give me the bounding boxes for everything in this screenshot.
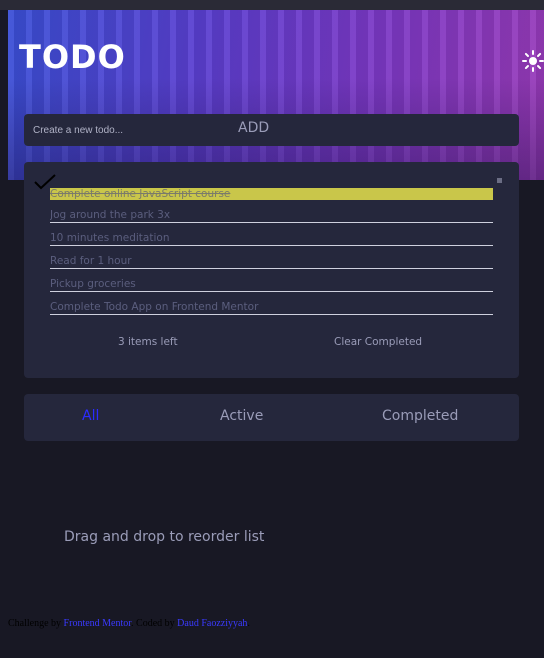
add-button[interactable]: ADD xyxy=(238,120,269,136)
filter-completed[interactable]: Completed xyxy=(382,408,458,424)
hero-banner xyxy=(8,10,544,180)
clear-completed-button[interactable]: Clear Completed xyxy=(334,336,422,348)
todo-list-panel: Complete online JavaScript course Jog ar… xyxy=(24,162,519,378)
attribution: Challenge by Frontend Mentor. Coded by D… xyxy=(8,618,250,629)
hero-shade xyxy=(8,10,544,180)
items-left-count: 3 items left xyxy=(118,336,178,348)
drag-hint: Drag and drop to reorder list xyxy=(64,529,265,545)
new-todo-bar: ADD xyxy=(24,114,519,146)
todo-item[interactable]: Pickup groceries xyxy=(50,278,493,292)
attribution-suffix: . xyxy=(247,618,250,629)
app-title: TODO xyxy=(19,38,126,76)
todo-item[interactable]: Complete Todo App on Frontend Mentor xyxy=(50,301,493,315)
sun-icon xyxy=(522,50,544,72)
todo-item[interactable]: Read for 1 hour xyxy=(50,255,493,269)
new-todo-input[interactable] xyxy=(33,114,203,146)
filter-bar: All Active Completed xyxy=(24,394,519,441)
attribution-middle: . Coded by xyxy=(131,618,175,629)
todo-item[interactable]: Jog around the park 3x xyxy=(50,209,493,223)
filter-active[interactable]: Active xyxy=(220,408,263,424)
theme-toggle-button[interactable] xyxy=(522,50,544,72)
top-strip xyxy=(0,0,544,10)
close-icon[interactable] xyxy=(497,178,502,183)
todo-item[interactable]: Complete online JavaScript course xyxy=(50,188,493,200)
filter-all[interactable]: All xyxy=(82,408,99,424)
author-link[interactable]: Daud Faozziyyah xyxy=(177,618,247,629)
todo-item[interactable]: 10 minutes meditation xyxy=(50,232,493,246)
frontend-mentor-link[interactable]: Frontend Mentor xyxy=(64,618,132,629)
attribution-prefix: Challenge by xyxy=(8,618,62,629)
